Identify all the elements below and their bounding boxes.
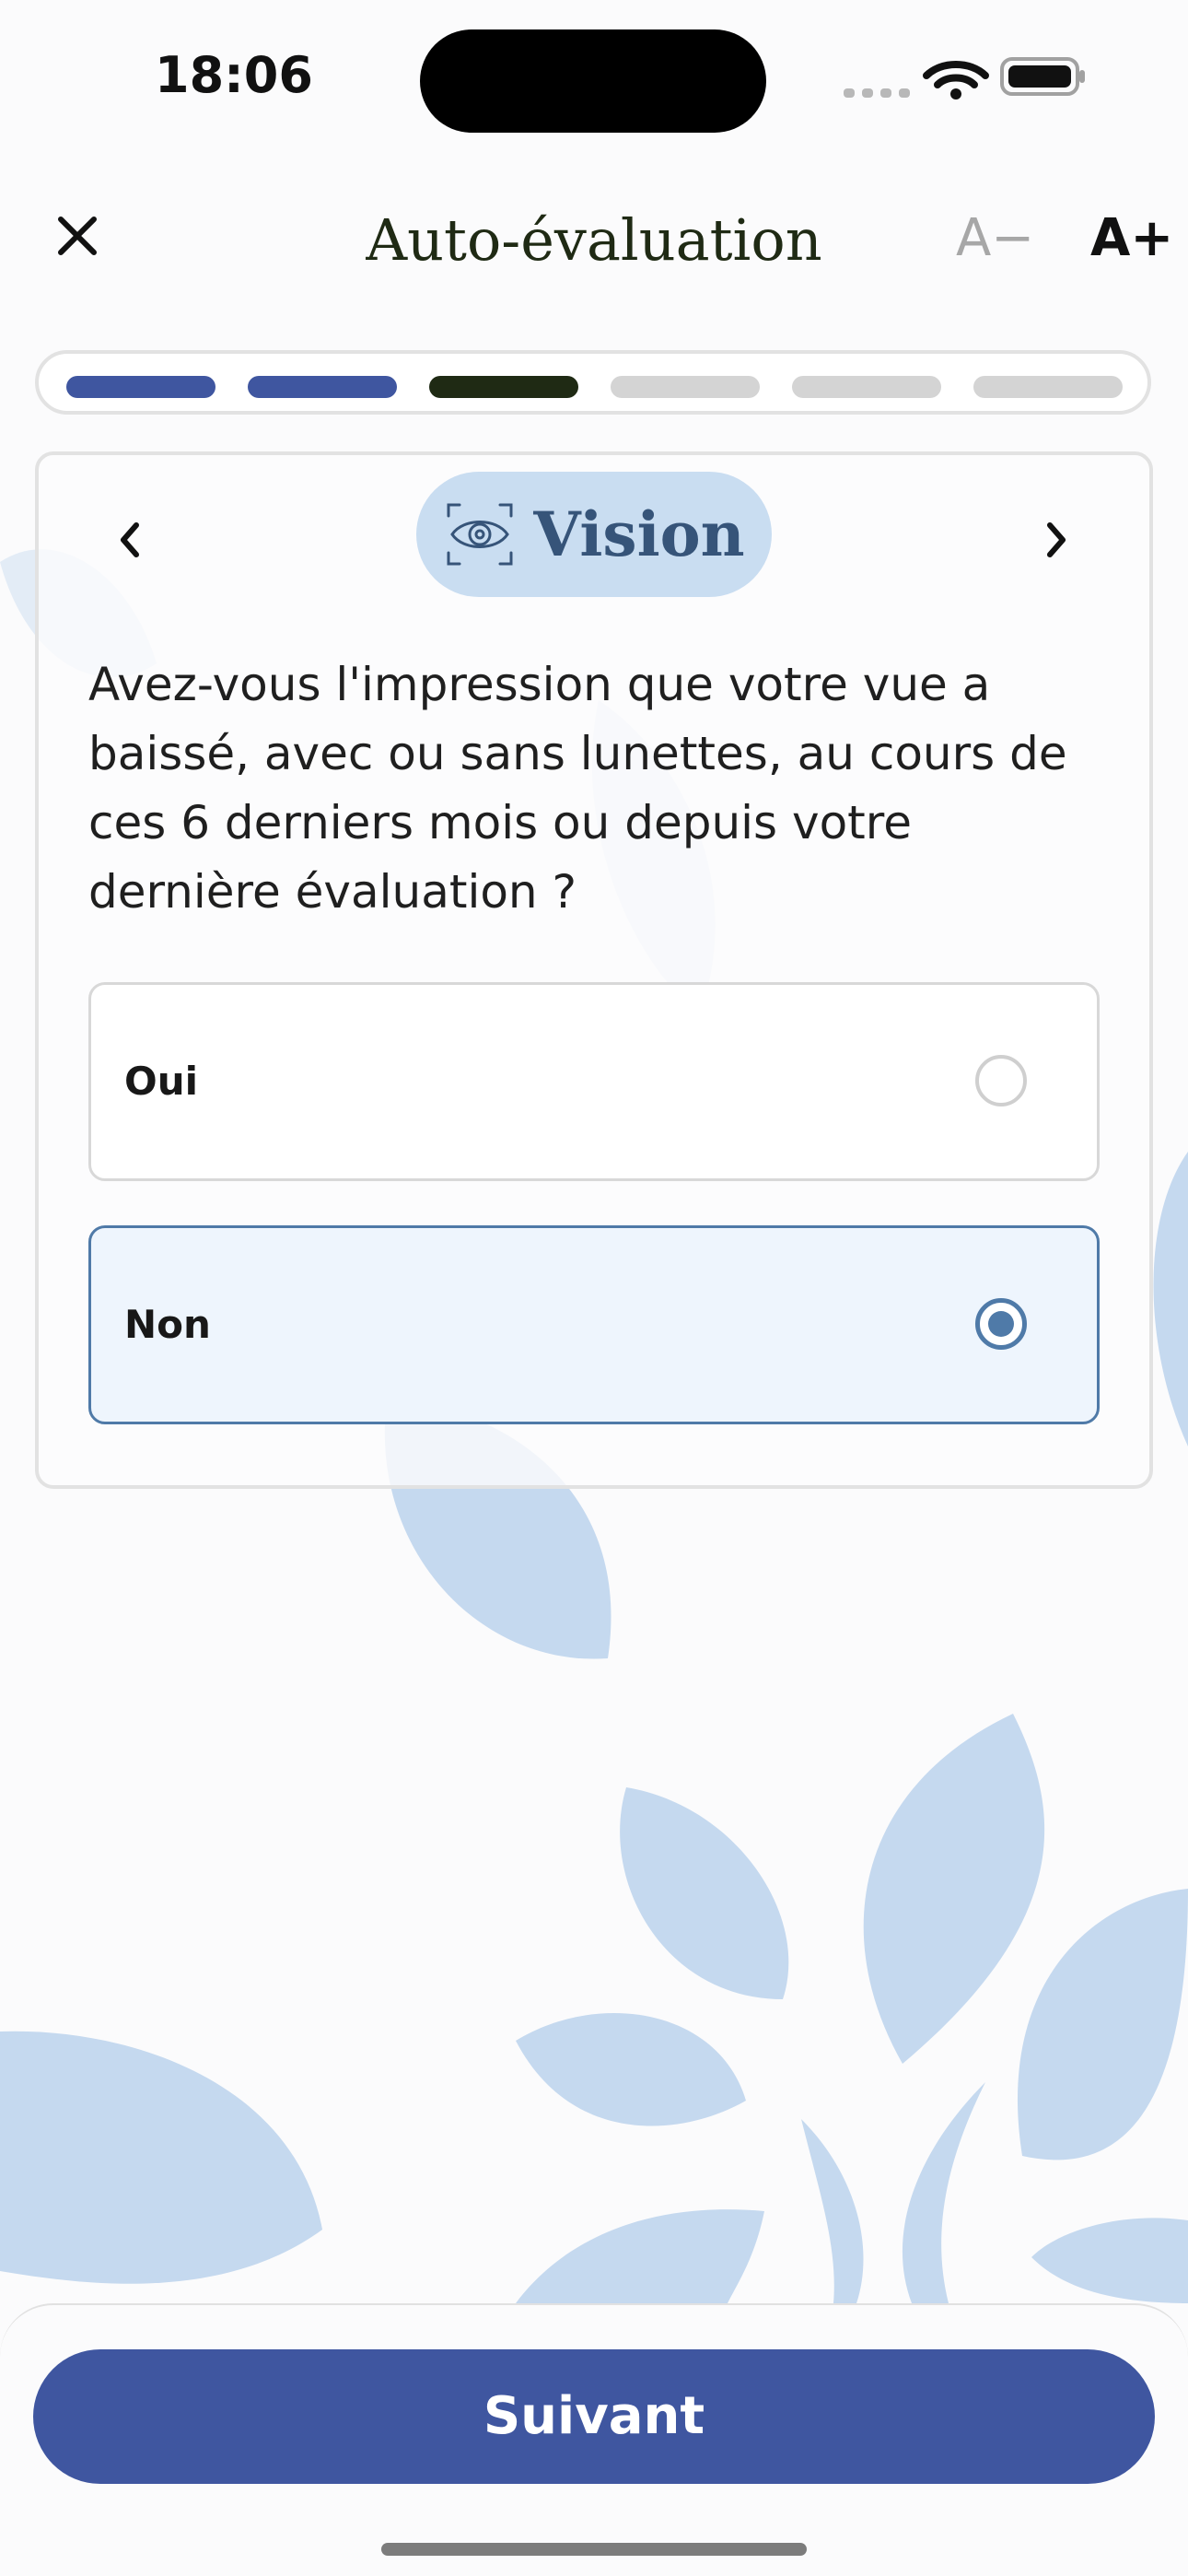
answer-option-label: Oui — [124, 1059, 199, 1104]
progress-step-6 — [973, 376, 1123, 398]
chevron-right-icon[interactable] — [1026, 510, 1085, 569]
answer-option-oui[interactable]: Oui — [88, 982, 1100, 1181]
chevron-left-icon[interactable] — [101, 510, 160, 569]
progress-stepper — [35, 350, 1151, 415]
decrease-font-button[interactable]: A− — [956, 208, 1034, 268]
next-button[interactable]: Suivant — [33, 2349, 1155, 2484]
answer-option-label: Non — [124, 1302, 211, 1347]
question-text: Avez-vous l'impression que votre vue a b… — [88, 658, 1067, 919]
radio-unselected-icon[interactable] — [975, 1055, 1027, 1107]
progress-step-5 — [792, 376, 941, 398]
radio-selected-icon[interactable] — [975, 1298, 1027, 1350]
progress-step-3 — [429, 376, 578, 398]
wifi-icon — [923, 61, 989, 100]
status-bar-icons — [844, 57, 1085, 100]
status-bar-time: 18:06 — [155, 46, 313, 104]
increase-font-button[interactable]: A+ — [1090, 208, 1173, 268]
home-indicator[interactable] — [381, 2543, 807, 2556]
progress-step-2 — [248, 376, 397, 398]
progress-step-4 — [611, 376, 760, 398]
progress-step-1 — [66, 376, 215, 398]
category-label: Vision — [533, 498, 745, 570]
category-pill: Vision — [416, 472, 772, 597]
answer-option-non[interactable]: Non — [88, 1225, 1100, 1424]
dynamic-island — [420, 29, 766, 133]
eye-icon — [447, 503, 513, 566]
battery-icon — [1000, 57, 1085, 96]
cellular-signal-icon — [844, 88, 910, 98]
